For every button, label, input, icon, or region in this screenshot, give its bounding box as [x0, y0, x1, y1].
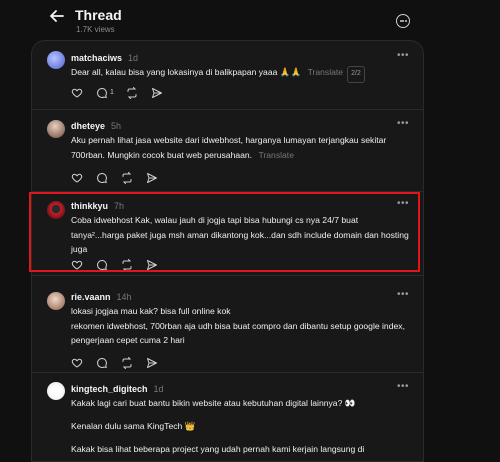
- timestamp: 5h: [111, 121, 122, 131]
- translate-link[interactable]: Translate: [308, 67, 344, 77]
- reply-post: matchaciws 1d ••• Dear all, kalau bisa ya…: [32, 41, 423, 110]
- username-row: dheteye 5h: [71, 121, 121, 131]
- post-text: lokasi jogjaa mau kak? bisa full online …: [71, 304, 416, 348]
- more-dots-icon[interactable]: •••: [397, 381, 409, 392]
- heart-icon[interactable]: [71, 357, 85, 371]
- reply-post: kingtech_digitech 1d ••• Kakak lagi cari …: [32, 372, 423, 461]
- post-text-content: Aku pernah lihat jasa website dari idweb…: [71, 135, 387, 160]
- page-title: Thread: [75, 7, 122, 23]
- more-dots-icon[interactable]: •••: [397, 289, 409, 300]
- heart-icon[interactable]: [71, 87, 85, 101]
- post-text-line: rekomen idwebhost, 700rban aja udh bisa …: [71, 320, 405, 346]
- more-circle-icon[interactable]: [396, 14, 410, 28]
- reply-post: dheteye 5h ••• Aku pernah lihat jasa webs…: [32, 109, 423, 192]
- share-icon[interactable]: [151, 87, 165, 101]
- heart-icon[interactable]: [71, 172, 85, 186]
- post-text-line: Kenalan dulu sama KingTech 👑: [71, 421, 196, 431]
- post-text-line: lokasi jogjaa mau kak? bisa full online …: [71, 306, 231, 316]
- username[interactable]: matchaciws: [71, 53, 122, 63]
- username-row: kingtech_digitech 1d: [71, 384, 164, 394]
- view-count: 1.7K views: [76, 25, 115, 34]
- post-text: Dear all, kalau bisa yang lokasinya di b…: [71, 65, 416, 83]
- username-row: rie.vaann 14h: [71, 292, 132, 302]
- back-arrow-icon[interactable]: [48, 7, 66, 25]
- reply-count: 1: [110, 89, 114, 96]
- top-bar: Thread 1.7K views: [0, 0, 500, 40]
- highlight-box: [29, 192, 420, 272]
- share-icon[interactable]: [146, 172, 160, 186]
- timestamp: 14h: [116, 292, 132, 302]
- repost-icon[interactable]: [126, 87, 140, 101]
- repost-icon[interactable]: [121, 357, 135, 371]
- comment-icon[interactable]: [96, 357, 110, 371]
- post-text: Aku pernah lihat jasa website dari idweb…: [71, 133, 416, 162]
- timestamp: 1d: [128, 53, 139, 63]
- avatar[interactable]: [47, 292, 65, 310]
- post-text-line: Kakak lagi cari buat bantu bikin website…: [71, 398, 356, 408]
- more-dots-icon[interactable]: •••: [397, 50, 409, 61]
- timestamp: 1d: [153, 384, 164, 394]
- repost-icon[interactable]: [121, 172, 135, 186]
- comment-icon[interactable]: [96, 172, 110, 186]
- reply-post: rie.vaann 14h ••• lokasi jogjaa mau kak? …: [32, 275, 423, 373]
- post-text: Kakak lagi cari buat bantu bikin website…: [71, 397, 416, 456]
- share-icon[interactable]: [146, 357, 160, 371]
- username[interactable]: dheteye: [71, 121, 105, 131]
- username-row: matchaciws 1d: [71, 53, 138, 63]
- comment-icon[interactable]: 1: [96, 87, 114, 101]
- translate-link[interactable]: Translate: [258, 150, 294, 160]
- post-text-content: Dear all, kalau bisa yang lokasinya di b…: [71, 67, 302, 77]
- avatar[interactable]: [47, 382, 65, 400]
- more-dots-icon[interactable]: •••: [397, 118, 409, 129]
- post-text-line: Kakak bisa lihat beberapa project yang u…: [71, 444, 365, 454]
- avatar[interactable]: [47, 120, 65, 138]
- translate-badge: 2/2: [347, 66, 365, 83]
- avatar[interactable]: [47, 51, 65, 69]
- username[interactable]: kingtech_digitech: [71, 384, 148, 394]
- username[interactable]: rie.vaann: [71, 292, 111, 302]
